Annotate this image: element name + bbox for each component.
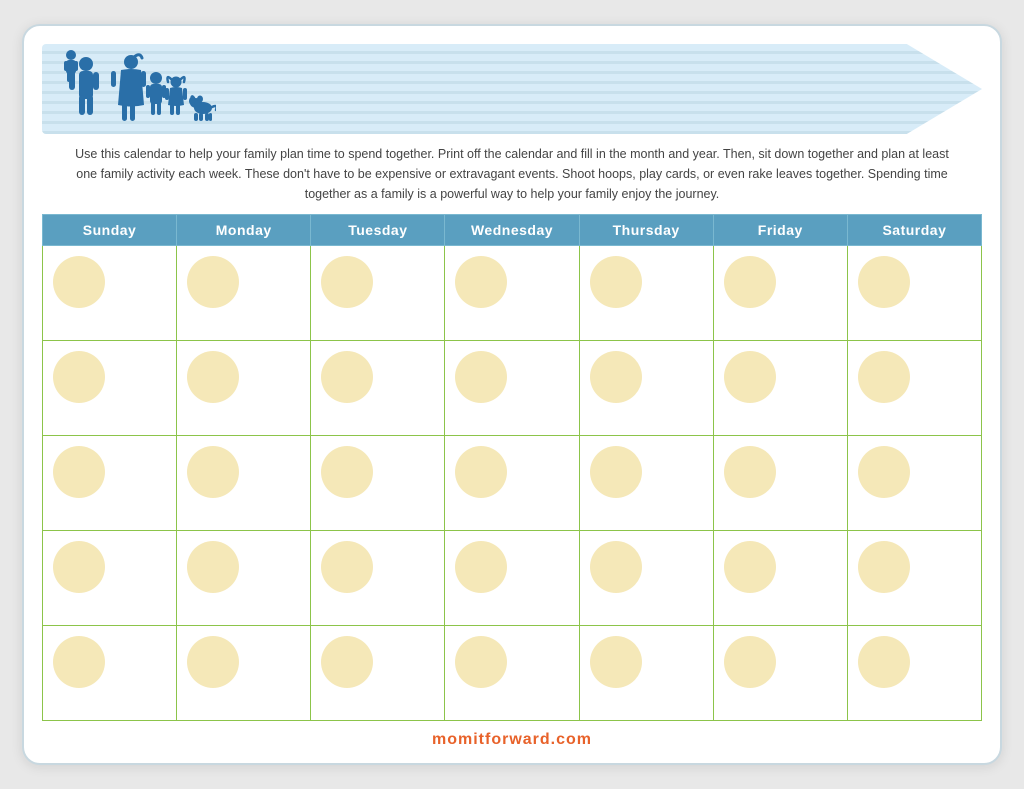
- calendar-cell: [579, 626, 713, 721]
- calendar-cell: [177, 246, 311, 341]
- calendar-row: [43, 626, 982, 721]
- description-text: Use this calendar to help your family pl…: [42, 144, 982, 204]
- calendar-cell: [847, 531, 981, 626]
- calendar-cell: [43, 246, 177, 341]
- calendar-cell: [579, 246, 713, 341]
- calendar-dot: [53, 636, 105, 688]
- calendar-cell: [847, 246, 981, 341]
- footer-url: momitforward.com: [432, 731, 592, 748]
- calendar-dot: [858, 351, 910, 403]
- calendar-cell: [311, 531, 445, 626]
- calendar-dot: [858, 636, 910, 688]
- day-header-monday: Monday: [177, 215, 311, 246]
- calendar-row: [43, 531, 982, 626]
- calendar-dot: [590, 541, 642, 593]
- calendar-row: [43, 246, 982, 341]
- calendar-dot: [187, 446, 239, 498]
- calendar-cell: [445, 626, 579, 721]
- calendar-dot: [187, 351, 239, 403]
- calendar-dot: [187, 256, 239, 308]
- calendar-table: Sunday Monday Tuesday Wednesday Thursday…: [42, 214, 982, 721]
- calendar-dot: [455, 256, 507, 308]
- calendar-cell: [177, 531, 311, 626]
- calendar-cell: [311, 341, 445, 436]
- calendar-cell: [311, 246, 445, 341]
- calendar-cell: [713, 436, 847, 531]
- calendar-header-row: Sunday Monday Tuesday Wednesday Thursday…: [43, 215, 982, 246]
- calendar-dot: [858, 256, 910, 308]
- day-header-saturday: Saturday: [847, 215, 981, 246]
- calendar-cell: [579, 436, 713, 531]
- calendar-cell: [43, 531, 177, 626]
- calendar-cell: [847, 436, 981, 531]
- calendar-cell: [847, 341, 981, 436]
- day-header-friday: Friday: [713, 215, 847, 246]
- calendar-dot: [590, 446, 642, 498]
- calendar-dot: [590, 351, 642, 403]
- calendar-dot: [53, 446, 105, 498]
- calendar-cell: [43, 436, 177, 531]
- calendar-dot: [455, 446, 507, 498]
- calendar-dot: [455, 351, 507, 403]
- calendar-dot: [321, 446, 373, 498]
- calendar-dot: [724, 446, 776, 498]
- calendar-dot: [724, 541, 776, 593]
- calendar-dot: [53, 541, 105, 593]
- calendar-dot: [590, 636, 642, 688]
- calendar-cell: [43, 341, 177, 436]
- calendar-cell: [177, 436, 311, 531]
- calendar-dot: [187, 541, 239, 593]
- day-header-wednesday: Wednesday: [445, 215, 579, 246]
- footer: momitforward.com: [42, 731, 982, 749]
- calendar-cell: [713, 341, 847, 436]
- calendar-cell: [847, 626, 981, 721]
- calendar-cell: [445, 246, 579, 341]
- calendar-row: [43, 436, 982, 531]
- calendar-dot: [187, 636, 239, 688]
- calendar-dot: [321, 256, 373, 308]
- calendar-cell: [445, 436, 579, 531]
- calendar-cell: [177, 341, 311, 436]
- calendar-dot: [724, 256, 776, 308]
- calendar-cell: [445, 341, 579, 436]
- calendar-cell: [177, 626, 311, 721]
- calendar-cell: [311, 436, 445, 531]
- calendar-cell: [43, 626, 177, 721]
- calendar-row: [43, 341, 982, 436]
- calendar-dot: [590, 256, 642, 308]
- calendar-dot: [321, 351, 373, 403]
- calendar-dot: [53, 256, 105, 308]
- calendar-dot: [53, 351, 105, 403]
- calendar-cell: [713, 626, 847, 721]
- calendar-dot: [321, 636, 373, 688]
- day-header-tuesday: Tuesday: [311, 215, 445, 246]
- calendar-cell: [579, 531, 713, 626]
- calendar-dot: [858, 446, 910, 498]
- calendar-cell: [445, 531, 579, 626]
- calendar-cell: [713, 531, 847, 626]
- day-header-thursday: Thursday: [579, 215, 713, 246]
- header-section: [42, 44, 982, 134]
- calendar-page: Use this calendar to help your family pl…: [22, 24, 1002, 765]
- calendar-cell: [713, 246, 847, 341]
- calendar-cell: [579, 341, 713, 436]
- calendar-dot: [724, 351, 776, 403]
- calendar-dot: [858, 541, 910, 593]
- calendar-dot: [724, 636, 776, 688]
- calendar-cell: [311, 626, 445, 721]
- day-header-sunday: Sunday: [43, 215, 177, 246]
- calendar-dot: [321, 541, 373, 593]
- family-silhouette: [56, 50, 216, 132]
- calendar-dot: [455, 541, 507, 593]
- calendar-dot: [455, 636, 507, 688]
